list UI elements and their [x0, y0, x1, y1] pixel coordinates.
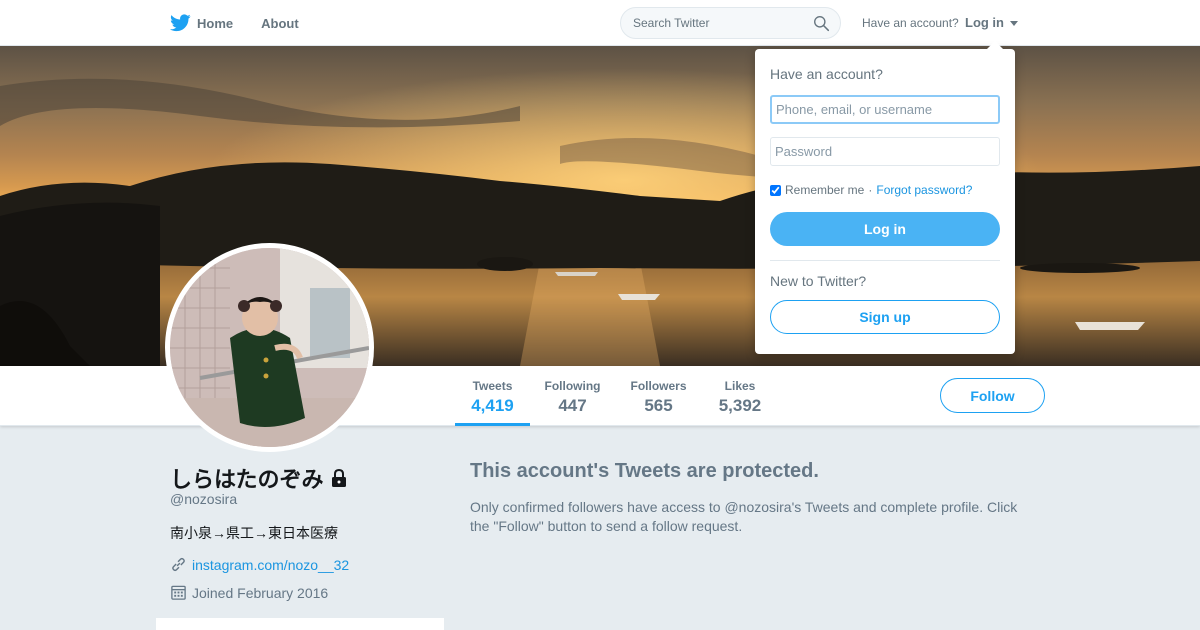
- remember-me-row: Remember me · Forgot password?: [770, 183, 972, 197]
- lock-icon: [331, 468, 346, 487]
- nav-left-group: Home About: [170, 0, 327, 46]
- remember-me-label[interactable]: Remember me: [785, 183, 864, 197]
- username-field[interactable]: [770, 95, 1000, 124]
- login-dropdown: Have an account? Remember me · Forgot pa…: [755, 41, 1015, 354]
- profile-name-row: しらはたのぞみ: [170, 462, 348, 494]
- about-nav-link[interactable]: About: [261, 16, 299, 31]
- stat-label: Tweets: [472, 379, 513, 393]
- new-to-twitter-text: New to Twitter?: [770, 273, 867, 289]
- search-placeholder: Search Twitter: [633, 16, 710, 30]
- signup-button[interactable]: Sign up: [770, 300, 1000, 334]
- sidebar-card: [156, 618, 444, 630]
- separator-dot: ·: [868, 183, 873, 197]
- stat-value: 5,392: [718, 396, 762, 415]
- search-input[interactable]: Search Twitter: [620, 7, 841, 39]
- profile-bio: 南小泉→県工→東日本医療: [170, 525, 338, 541]
- stat-label: Following: [544, 379, 601, 393]
- top-navigation-bar: Home About Search Twitter Have an accoun…: [0, 0, 1200, 46]
- display-name[interactable]: しらはたのぞみ: [170, 462, 324, 494]
- forgot-password-link[interactable]: Forgot password?: [876, 183, 972, 197]
- login-toggle-label: Log in: [965, 15, 1004, 30]
- protected-notice-title: This account's Tweets are protected.: [470, 460, 819, 482]
- stat-value: 565: [644, 396, 673, 415]
- avatar-photo-image: [170, 248, 369, 447]
- dropdown-divider: [770, 260, 1000, 261]
- stat-following[interactable]: Following 447: [540, 366, 605, 426]
- avatar[interactable]: [165, 243, 374, 452]
- stat-label: Likes: [724, 379, 756, 393]
- protected-notice-text: Only confirmed followers have access to …: [470, 499, 1018, 534]
- profile-joined-row: Joined February 2016: [170, 584, 328, 601]
- password-field[interactable]: [770, 137, 1000, 166]
- login-button[interactable]: Log in: [770, 212, 1000, 246]
- stat-followers[interactable]: Followers 565: [625, 366, 692, 426]
- stat-value: 447: [558, 396, 587, 415]
- stat-label: Followers: [630, 379, 687, 393]
- twitter-bird-icon: [170, 14, 191, 32]
- link-icon: [172, 557, 185, 572]
- screen-name[interactable]: @nozosira: [170, 491, 237, 507]
- stat-value: 4,419: [471, 396, 514, 415]
- home-nav-link[interactable]: Home: [170, 14, 233, 32]
- caret-down-icon: [1009, 21, 1018, 27]
- follow-button[interactable]: Follow: [940, 378, 1045, 413]
- joined-date: Joined February 2016: [192, 584, 329, 601]
- profile-website-row: instagram.com/nozo__32: [170, 556, 349, 573]
- search-icon[interactable]: [813, 15, 830, 32]
- about-nav-label: About: [261, 15, 299, 31]
- have-account-text: Have an account?: [862, 16, 959, 30]
- stat-likes[interactable]: Likes 5,392: [710, 366, 770, 426]
- calendar-icon: [171, 585, 186, 600]
- login-dropdown-toggle[interactable]: Log in: [965, 15, 1018, 30]
- remember-me-checkbox[interactable]: [770, 184, 781, 196]
- profile-website-link[interactable]: instagram.com/nozo__32: [192, 557, 349, 573]
- login-dropdown-heading: Have an account?: [770, 66, 883, 82]
- home-nav-label: Home: [197, 15, 234, 31]
- stat-tweets[interactable]: Tweets 4,419: [455, 366, 530, 426]
